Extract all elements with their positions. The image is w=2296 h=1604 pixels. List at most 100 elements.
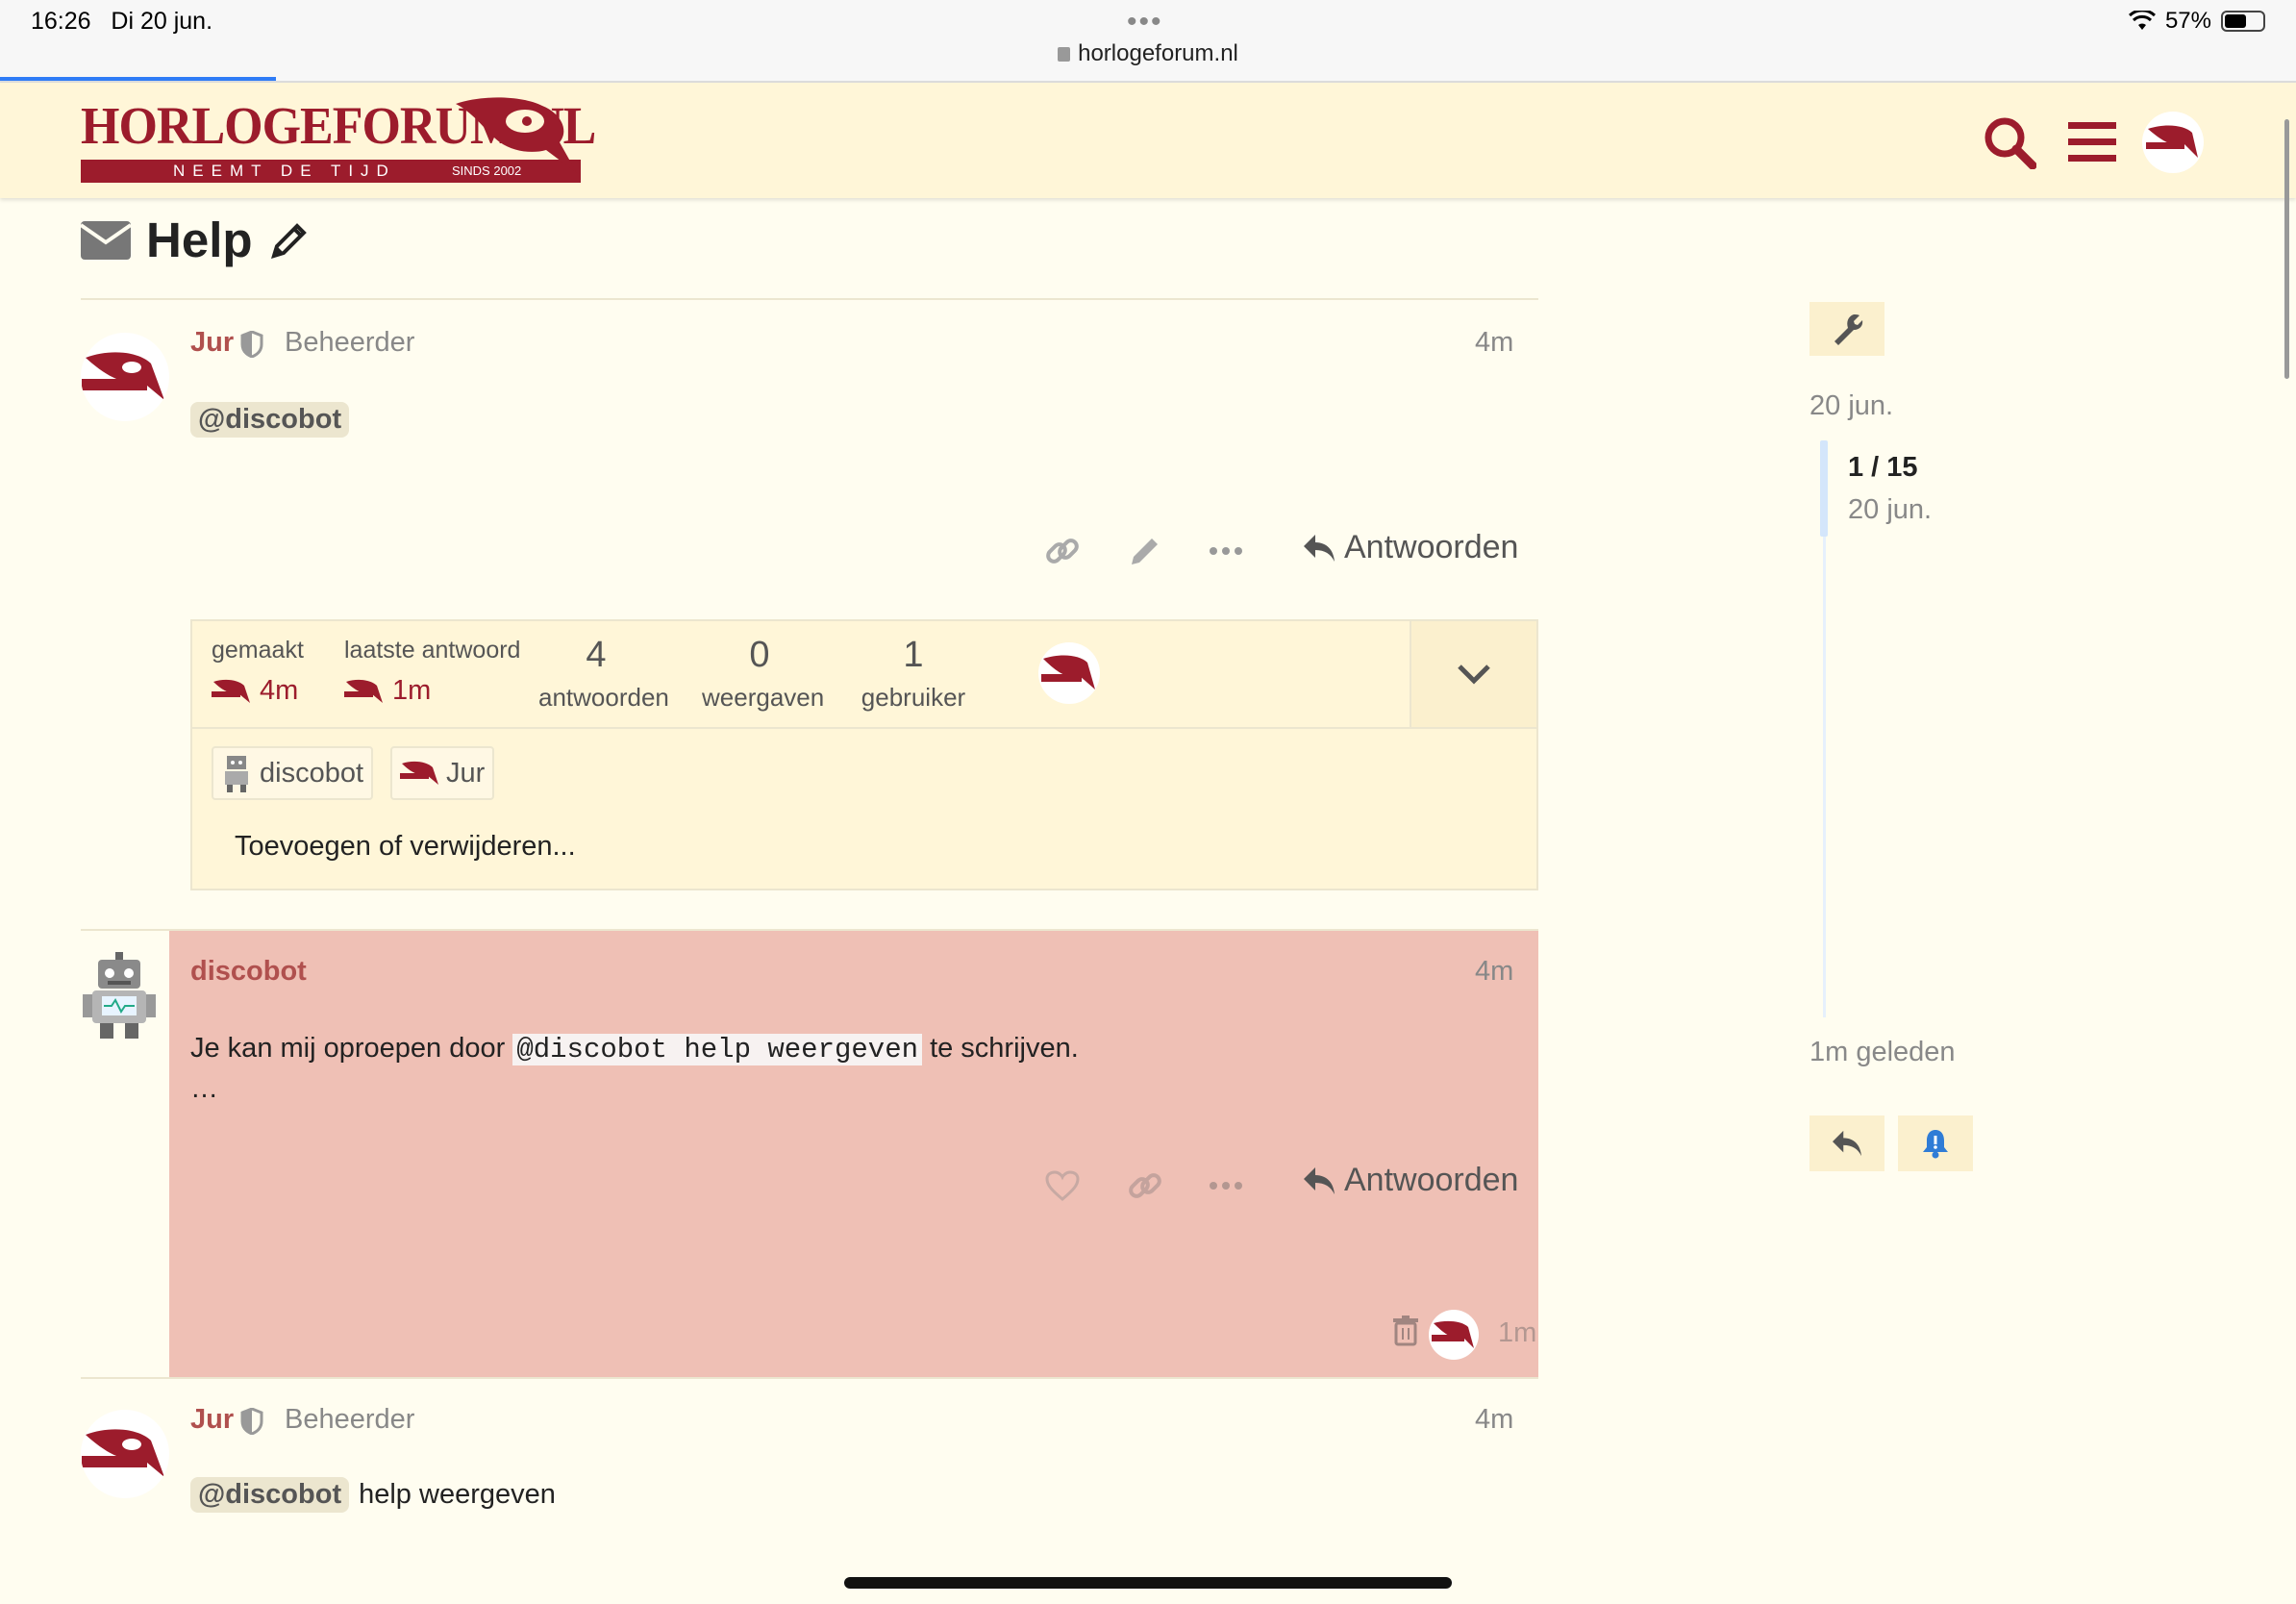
avatar-small [344,679,383,703]
pencil-icon[interactable] [1121,527,1169,575]
post-date[interactable]: 4m [1475,1404,1513,1436]
shield-icon [240,331,263,358]
users-label: gebruiker [861,683,966,712]
heart-like-icon[interactable] [1038,1162,1086,1210]
timeline-position: 1 / 15 [1848,452,1918,483]
robot-icon [225,756,248,792]
post-avatar-discobot[interactable] [81,952,169,1040]
topic-map-summary[interactable]: gemaakt 4m laatste antwoord 1m 4 antwoor… [192,621,1536,729]
notification-bell-button[interactable] [1898,1115,1973,1171]
reply-label: Antwoorden [1344,529,1519,565]
reply-label: Antwoorden [1344,1162,1519,1198]
chevron-down-icon [1458,664,1490,685]
post-username[interactable]: discobot [190,956,307,988]
add-remove-participants-link[interactable]: Toevoegen of verwijderen... [235,831,576,863]
replies-count: 4 [586,635,607,675]
site-header: HORLOGEFORUM.NL NEEMT DE TIJD SINDS 2002 [0,83,2296,198]
created-value[interactable]: 4m [212,675,298,707]
link-icon[interactable] [1038,527,1086,575]
avatar-small [212,679,250,703]
views-label: weergaven [702,683,825,712]
battery-fill [2225,14,2246,28]
post-1: Jur Beheerder 4m @discobot Antwoorden [81,323,1538,602]
wrench-icon [1834,314,1863,345]
expand-topic-map-button[interactable] [1410,621,1536,727]
status-bar: 16:26 Di 20 jun. ••• horlogeforum.nl 57% [0,0,2296,83]
reply-button[interactable]: Antwoorden [1302,1162,1518,1199]
post-ellipsis[interactable]: … [190,1073,218,1105]
clock: 16:26 [31,8,91,35]
url-text: horlogeforum.nl [1078,40,1238,66]
participant-discobot[interactable]: discobot [212,746,374,800]
post-avatar-jur[interactable] [81,1410,169,1498]
post-date[interactable]: 4m [1475,327,1513,359]
more-actions-icon[interactable] [1202,527,1250,575]
topic-map: gemaakt 4m laatste antwoord 1m 4 antwoor… [190,619,1538,890]
post-text: Je kan mij oproepen door [190,1033,506,1064]
wifi-icon [2128,11,2156,30]
participant-jur[interactable]: Jur [390,746,495,800]
bell-icon [1923,1130,1948,1159]
inline-code: @discobot help weergeven [512,1034,922,1065]
replies-label: antwoorden [538,683,669,712]
logo-bird-icon [456,97,577,173]
last-reply-value[interactable]: 1m [344,675,431,707]
post-username[interactable]: Jur [190,1404,234,1436]
last-reply-time: 1m [392,675,432,706]
admin-wrench-button[interactable] [1809,302,1884,356]
timeline-reply-button[interactable] [1809,1115,1884,1171]
search-icon[interactable] [1981,113,2038,171]
participant-name: discobot [260,757,364,789]
post-text: te schrijven. [930,1033,1079,1064]
last-reply-label: laatste antwoord [344,637,521,664]
post-text: help weergeven [359,1479,556,1510]
post-avatar-jur[interactable] [81,333,169,421]
more-actions-icon[interactable] [1202,1162,1250,1210]
timeline-position-date: 20 jun. [1848,494,1933,525]
title-divider [81,298,1538,300]
reply-icon [1304,534,1335,562]
mention[interactable]: @discobot [190,402,350,438]
users-count: 1 [903,635,924,675]
post-body: Je kan mij oproepen door @discobot help … [190,1033,1079,1065]
hamburger-menu-icon[interactable] [2063,113,2121,171]
created-time: 4m [260,675,299,706]
lock-icon [1058,47,1071,62]
deleted-by-avatar[interactable] [1429,1310,1479,1360]
pencil-edit-icon[interactable] [268,219,311,262]
user-avatar[interactable] [2142,112,2204,173]
status-time: 16:26 Di 20 jun. [31,8,212,36]
timeline-scroll-handle[interactable] [1820,440,1828,537]
post-divider [81,1377,1538,1379]
participant-avatar[interactable] [1038,642,1100,704]
battery-icon [2221,11,2265,32]
post-2: discobot 4m Je kan mij oproepen door @di… [81,931,1538,1377]
date: Di 20 jun. [111,8,213,35]
topic-header: Help [81,212,311,268]
views-count: 0 [749,635,770,675]
post-date[interactable]: 4m [1475,956,1513,988]
post-username[interactable]: Jur [190,327,234,359]
envelope-icon [81,220,131,260]
mention[interactable]: @discobot [190,1477,350,1513]
trash-icon [1393,1316,1418,1346]
timeline-end-label[interactable]: 1m geleden [1809,1037,1956,1068]
reply-icon [1304,1166,1335,1194]
status-indicators: 57% [2128,8,2265,35]
address-bar[interactable]: horlogeforum.nl [0,40,2296,67]
home-indicator[interactable] [844,1577,1452,1589]
reply-button[interactable]: Antwoorden [1302,529,1518,566]
battery-percent: 57% [2164,8,2211,34]
shield-icon [240,1408,263,1435]
user-title: Beheerder [285,1404,415,1435]
timeline-start-date[interactable]: 20 jun. [1809,390,1893,422]
site-logo[interactable]: HORLOGEFORUM.NL NEEMT DE TIJD SINDS 2002 [81,97,596,187]
logo-tagline: NEEMT DE TIJD [173,162,396,180]
page-title: Help [146,213,253,267]
reply-icon [1833,1130,1861,1157]
avatar-small [400,761,438,785]
page-scrollbar[interactable] [2284,119,2289,379]
multitasking-dots[interactable]: ••• [1127,6,1163,38]
link-icon[interactable] [1121,1162,1169,1210]
participant-name: Jur [446,757,486,789]
